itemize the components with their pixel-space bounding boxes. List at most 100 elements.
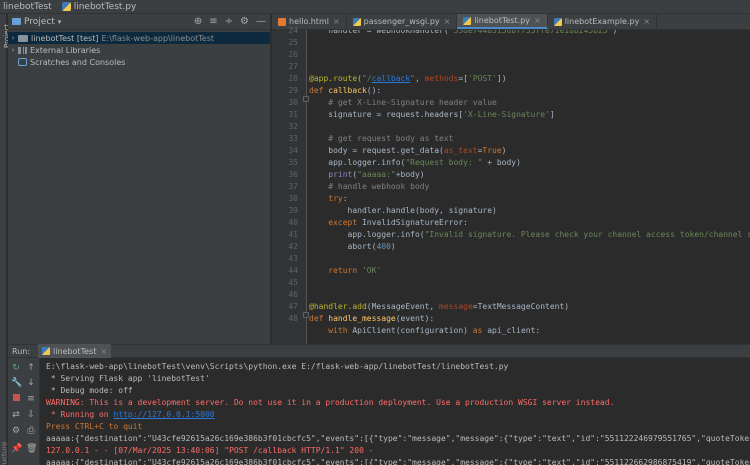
console-line: Press CTRL+C to quit (46, 422, 143, 431)
project-panel-header: Project ▾ ⊕ ≡ ÷ ⚙ — (8, 14, 270, 30)
line-number: 27 (288, 62, 298, 71)
code-line: def callback(): (309, 86, 382, 95)
code-line: # get X-Line-Signature header value (309, 98, 497, 107)
console-line: * Running on http://127.0.0.1:5000 (46, 409, 215, 421)
line-number: 24 (288, 26, 298, 35)
python-file-icon (61, 2, 71, 11)
code-line: @handler.add(MessageEvent, message=TextM… (309, 302, 570, 311)
pin-icon[interactable]: 📌 (11, 444, 22, 454)
line-number: 43 (288, 254, 298, 263)
run-toolbar: ↻ ↑ 🔧 ↓ ≡ ⇄ ⇩ ⚙ ⎙ 📌 🗑 (8, 358, 40, 465)
console-line: E:\flask-web-app\linebotTest\venv\Script… (46, 362, 509, 371)
stop-icon[interactable] (11, 394, 21, 404)
tree-item-scratches[interactable]: Scratches and Consoles (8, 56, 270, 68)
code-line: def handle_message(event): (309, 314, 435, 323)
console-line: * Serving Flask app 'linebotTest' (46, 374, 210, 383)
line-number: 45 (288, 278, 298, 287)
tab-hello-html[interactable]: hello.html × (272, 14, 347, 29)
tree-item-label: linebotTest [test] (31, 33, 99, 43)
rerun-icon[interactable]: ↻ (11, 363, 21, 373)
project-view-selector[interactable]: Project (24, 17, 55, 27)
breadcrumb-project[interactable]: linebotTest (3, 2, 52, 12)
close-icon[interactable]: × (643, 17, 650, 26)
collapse-all-icon[interactable]: ÷ (225, 16, 233, 27)
code-line: handler.handle(body, signature) (309, 206, 497, 215)
rerun-failed-icon[interactable]: ⇄ (11, 410, 21, 420)
breadcrumb-file[interactable]: linebotTest.py (74, 2, 137, 12)
editor-tabs: hello.html × passenger_wsgi.py × linebot… (272, 14, 750, 30)
code-line: signature = request.headers['X-Line-Sign… (309, 110, 555, 119)
server-url-link[interactable]: http://127.0.0.1:5000 (113, 410, 214, 419)
line-number: 41 (288, 230, 298, 239)
console-line: aaaaa:{"destination":"U43cfe92615a26c169… (46, 434, 750, 443)
close-icon[interactable]: × (100, 347, 107, 356)
soft-wrap-icon[interactable]: ≡ (26, 394, 36, 404)
tree-item-root[interactable]: › linebotTest [test] E:\flask-web-app\li… (8, 32, 270, 44)
run-tab-label: linebotTest (53, 346, 97, 356)
line-number: 37 (288, 182, 298, 191)
expand-all-icon[interactable]: ≡ (209, 16, 217, 27)
editor: hello.html × passenger_wsgi.py × linebot… (272, 14, 750, 344)
code-line: handler = WebhookHandler('53de7448315db7… (309, 30, 618, 35)
code-line: abort(400) (309, 242, 396, 251)
tree-item-label: External Libraries (30, 45, 101, 55)
code-line: try: (309, 194, 348, 203)
python-file-icon (553, 17, 562, 26)
code-line: @app.route("/callback", methods=['POST']… (309, 74, 507, 83)
line-number: 40 (288, 218, 298, 227)
run-tab-linebottest[interactable]: linebotTest × (38, 344, 112, 358)
line-number: 33 (288, 134, 298, 143)
line-number: 48 (288, 314, 298, 323)
code-area[interactable]: handler = WebhookHandler('53de7448315db7… (309, 30, 750, 344)
line-number: 31 (288, 110, 298, 119)
line-number: 34 (288, 146, 298, 155)
arrow-down-icon[interactable]: ↓ (26, 378, 36, 388)
trash-icon[interactable]: 🗑 (26, 444, 37, 454)
python-file-icon (463, 16, 472, 25)
line-number: 28 (288, 74, 298, 83)
tab-linebottest[interactable]: linebotTest.py × (457, 14, 548, 29)
html-file-icon (278, 17, 286, 26)
title-bar: linebotTest linebotTest.py (0, 0, 750, 14)
close-icon[interactable]: × (333, 17, 340, 26)
console-text: * Running on (46, 410, 114, 419)
hide-icon[interactable]: — (256, 16, 266, 27)
console-line: aaaaa:{"destination":"U43cfe92615a26c169… (46, 458, 750, 465)
print-icon[interactable]: ⎙ (26, 426, 36, 436)
chevron-down-icon[interactable]: ▾ (58, 18, 62, 26)
wrench-icon[interactable]: 🔧 (11, 378, 22, 388)
left-tool-strip: Project Structure (0, 14, 11, 465)
tab-label: passenger_wsgi.py (363, 17, 440, 26)
tree-item-path: E:\flask-web-app\linebotTest (101, 33, 215, 43)
arrow-up-icon[interactable]: ↑ (26, 363, 36, 373)
chevron-right-icon[interactable]: › (8, 46, 18, 54)
code-line: # get request body as text (309, 134, 454, 143)
close-icon[interactable]: × (444, 17, 451, 26)
tab-linebotexample[interactable]: linebotExample.py × (548, 14, 658, 29)
run-panel-header: Run: linebotTest × (8, 344, 750, 358)
code-line: with ApiClient(configuration) as api_cli… (309, 326, 541, 335)
line-number: 26 (288, 50, 298, 59)
scratches-icon (18, 58, 27, 66)
project-panel: Project ▾ ⊕ ≡ ÷ ⚙ — › linebotTest [test]… (8, 14, 271, 344)
tree-item-external-libraries[interactable]: › External Libraries (8, 44, 270, 56)
scroll-to-end-icon[interactable]: ⇩ (26, 410, 36, 420)
chevron-right-icon[interactable]: › (8, 34, 18, 42)
console-warning-line: WARNING: This is a development server. D… (46, 398, 615, 407)
library-icon (18, 46, 27, 54)
run-console[interactable]: E:\flask-web-app\linebotTest\venv\Script… (41, 358, 750, 465)
tab-passenger-wsgi[interactable]: passenger_wsgi.py × (347, 14, 458, 29)
locate-icon[interactable]: ⊕ (194, 16, 202, 27)
line-number: 35 (288, 158, 298, 167)
code-line: print("aaaaa:"+body) (328, 170, 425, 179)
settings-icon[interactable]: ⚙ (11, 426, 21, 436)
close-icon[interactable]: × (534, 16, 541, 25)
gear-icon[interactable]: ⚙ (240, 16, 249, 27)
line-number: 39 (288, 206, 298, 215)
line-number: 25 (288, 38, 298, 47)
line-number-gutter[interactable]: 24 25 26 27 28 29 30 31 32 33 34 35 36 3… (272, 26, 309, 344)
tab-label: linebotExample.py (564, 17, 640, 26)
python-file-icon (42, 347, 51, 355)
run-label: Run: (12, 346, 31, 356)
line-number: 29 (288, 86, 298, 95)
